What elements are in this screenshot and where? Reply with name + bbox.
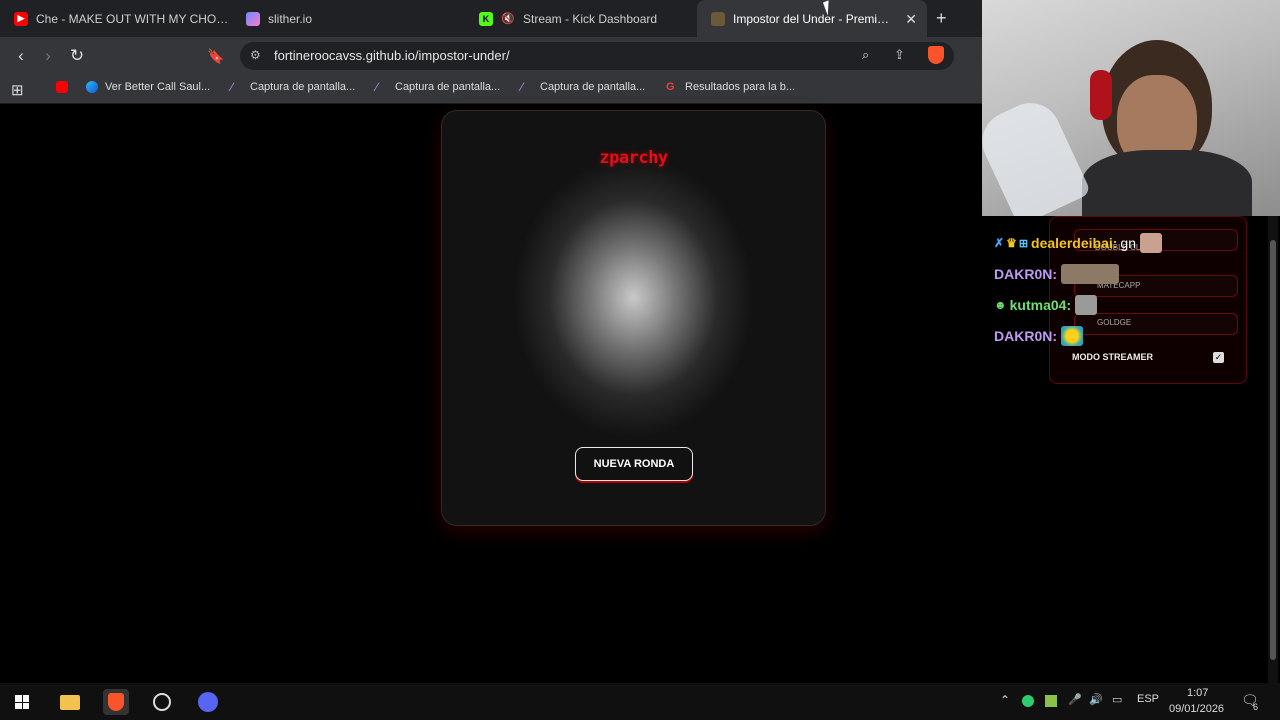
address-bar[interactable]: ⚙ fortineroocavss.github.io/impostor-und… [240,42,954,70]
edge-icon [86,81,98,93]
file-explorer-icon[interactable] [57,689,83,715]
windows-taskbar: ⌃ 🎤 🔊 ▭ ESP 1:07 09/01/2026 🗨 6 [0,683,1280,720]
chat-username: dealerdeibai: [1031,235,1118,251]
crown-badge-icon: ♛ [1006,236,1017,250]
speaker-icon[interactable]: 🔊 [1089,693,1103,706]
webcam-overlay [982,0,1280,216]
bookmark-captura-3[interactable]: ⁄ Captura de pantalla... [521,81,645,93]
bookmark-youtube[interactable] [56,81,75,93]
youtube-icon [56,81,68,93]
sub-badge-icon: ⊞ [1018,237,1029,250]
chat-message: DAKR0N: [994,264,1119,284]
brave-browser-icon[interactable] [103,689,129,715]
streamer-mode-label: MODO STREAMER [1072,352,1153,362]
streamer-mode-checkbox[interactable]: ✓ [1213,352,1224,363]
water-bottle [982,93,1092,216]
bot-badge-icon: ☻ [994,298,1007,312]
brave-shield-icon[interactable] [928,46,944,64]
tab-slither[interactable]: slither.io [232,0,462,37]
bookmark-icon[interactable]: 🔖 [205,45,227,67]
emote-icon [1075,295,1098,315]
chat-message: ✗ ♛ ⊞ dealerdeibai: gn [994,233,1162,253]
emote-icon [1061,326,1083,346]
person-shirt [1082,150,1252,216]
tray-app-icon[interactable] [1022,695,1034,707]
bookmark-label: Captura de pantalla... [540,81,646,93]
nueva-ronda-button[interactable]: NUEVA RONDA [575,447,693,481]
youtube-icon: ▶ [14,11,28,26]
kick-icon: K [479,11,493,26]
emote-icon [1061,264,1119,284]
language-indicator[interactable]: ESP [1137,693,1159,705]
muted-speaker-icon[interactable]: 🔇 [501,12,515,26]
zoom-icon[interactable]: ⌕ [862,47,869,63]
tab-kick-dashboard[interactable]: K 🔇 Stream - Kick Dashboard [465,0,695,37]
close-tab-icon[interactable]: ✕ [905,11,917,28]
chat-username: DAKR0N: [994,328,1057,344]
share-icon[interactable]: ⇪ [894,47,905,63]
game-card: zparchy NUEVA RONDA [441,110,826,526]
headphones-icon [1090,70,1112,120]
chat-username: DAKR0N: [994,266,1057,282]
new-tab-icon[interactable]: + [936,8,947,29]
discord-icon[interactable] [195,689,221,715]
bookmark-resultados[interactable]: G Resultados para la b... [666,81,795,93]
feather-icon: ⁄ [376,80,379,94]
obs-icon[interactable] [149,689,175,715]
moderator-badge-icon: ✗ [994,236,1005,250]
game-icon [711,11,725,26]
feather-icon: ⁄ [231,80,234,94]
tab-impostor-under[interactable]: Impostor del Under - Premium E ✕ [697,0,927,37]
bookmark-captura-2[interactable]: ⁄ Captura de pantalla... [376,81,500,93]
bookmark-label: Resultados para la b... [685,81,796,93]
microphone-icon[interactable]: 🎤 [1068,693,1082,706]
tray-app-icon[interactable] [1045,695,1057,707]
network-icon[interactable]: ▭ [1112,693,1122,706]
feather-icon: ⁄ [521,80,524,94]
emote-icon [1140,233,1162,253]
url-text[interactable]: fortineroocavss.github.io/impostor-under… [274,48,510,63]
tab-title: slither.io [268,11,313,26]
tab-youtube[interactable]: ▶ Che - MAKE OUT WITH MY CHOPPA [0,0,230,37]
forward-arrow-icon[interactable]: › [37,45,59,67]
back-arrow-icon[interactable]: ‹ [10,45,32,67]
overlay-item-label: GOLDGE [1097,318,1132,327]
bookmarks-bar: ⊞ Ver Better Call Saul... ⁄ Captura de p… [0,74,982,104]
navigation-toolbar: ‹ › ↻ 🔖 ⚙ fortineroocavss.github.io/impo… [0,37,982,74]
tab-strip: ▶ Che - MAKE OUT WITH MY CHOPPA slither.… [0,0,982,37]
tab-title: Impostor del Under - Premium E [733,11,891,26]
chat-text: gn [1120,235,1136,251]
bookmark-label: Captura de pantalla... [250,81,356,93]
clock-time[interactable]: 1:07 [1187,687,1208,699]
notification-count: 6 [1253,702,1259,712]
bookmark-label: Ver Better Call Saul... [105,81,211,93]
chat-message: ☻ kutma04: [994,295,1098,315]
chat-username: kutma04: [1009,297,1072,313]
chevron-up-icon[interactable]: ⌃ [1000,693,1010,707]
google-icon: G [666,81,675,93]
tab-title: Che - MAKE OUT WITH MY CHOPPA [36,11,230,26]
bookmark-better-call-saul[interactable]: Ver Better Call Saul... [86,81,210,93]
scrollbar-thumb[interactable] [1270,240,1276,660]
bookmark-label: Captura de pantalla... [395,81,501,93]
site-settings-icon[interactable]: ⚙ [250,48,261,62]
bookmark-captura-1[interactable]: ⁄ Captura de pantalla... [231,81,355,93]
windows-start-icon[interactable] [9,689,35,715]
reload-icon[interactable]: ↻ [66,45,88,67]
clock-date[interactable]: 09/01/2026 [1169,703,1224,715]
slither-icon [246,11,260,26]
tab-title: Stream - Kick Dashboard [523,11,658,26]
brand-logo: zparchy [599,148,668,168]
apps-grid-icon[interactable]: ⊞ [11,81,24,99]
chat-message: DAKR0N: [994,326,1083,346]
